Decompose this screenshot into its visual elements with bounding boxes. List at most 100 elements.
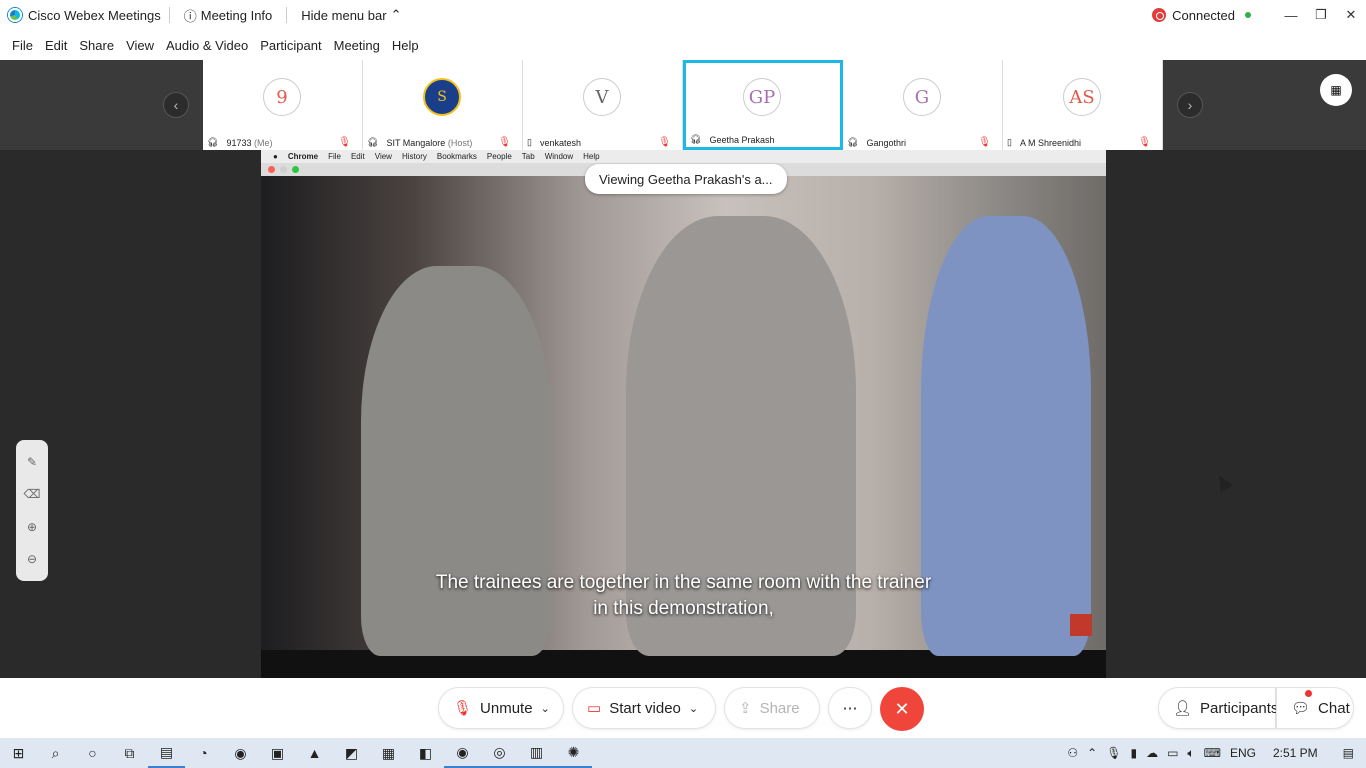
participant-thumb-active[interactable]: GP 🎧︎ Geetha Prakash — [683, 60, 843, 150]
leave-meeting-button[interactable]: ✕ — [880, 687, 924, 731]
share-button[interactable]: ⇪ Share — [724, 687, 820, 729]
muted-mic-icon: 🎙︎ — [658, 137, 671, 148]
chat-bubble-icon: 💬︎ — [1291, 700, 1311, 717]
app-title: Cisco Webex Meetings — [0, 8, 161, 23]
meeting-controls: 🎙︎ Unmute ⌄ ▭ Start video ⌄ ⇪ Share ⋯ ✕ … — [0, 678, 1366, 738]
chevron-down-icon[interactable]: ⌄ — [541, 702, 550, 715]
app-name: Cisco Webex Meetings — [28, 7, 161, 23]
status-text: Connected — [1172, 7, 1235, 23]
participant-thumb[interactable]: 9 🎧︎ 91733 (Me) 🎙︎ — [203, 60, 363, 150]
eraser-icon[interactable]: ⌫ — [24, 487, 41, 501]
app-icon[interactable]: ▦ — [370, 738, 407, 768]
app-icon[interactable]: ◔ — [185, 738, 222, 768]
next-arrow-icon[interactable]: › — [1177, 92, 1203, 118]
network-icon[interactable]: ▭ — [1167, 746, 1178, 760]
chevron-down-icon[interactable]: ⌄ — [689, 702, 698, 715]
close-icon[interactable]: ✕ — [1336, 0, 1366, 30]
caption-line: in this demonstration, — [593, 598, 774, 619]
avatar: AS — [1063, 78, 1101, 116]
pen-icon[interactable]: ✎ — [27, 455, 37, 469]
menu-view[interactable]: View — [120, 38, 160, 53]
participant-thumb[interactable]: G 🎧︎ Gangothri 🎙︎ — [843, 60, 1003, 150]
task-view-icon[interactable]: ⧉ — [111, 738, 148, 768]
annotation-toolbar: ✎ ⌫ ⊕ ⊖ — [16, 440, 48, 581]
language-indicator[interactable]: ENG — [1230, 746, 1256, 760]
meeting-info-label: Meeting Info — [200, 7, 273, 23]
shared-video-frame: The trainees are together in the same ro… — [261, 176, 1106, 656]
share-label: Share — [759, 699, 800, 717]
battery-icon[interactable]: ▮ — [1130, 746, 1137, 760]
headset-icon: 🎧︎ — [847, 137, 859, 147]
app-icon[interactable]: ◩ — [333, 738, 370, 768]
layout-calendar-icon[interactable]: ▦ — [1320, 74, 1352, 106]
menu-participant[interactable]: Participant — [254, 38, 327, 53]
chat-label: Chat — [1318, 699, 1350, 717]
chevron-up-icon: ⌃ — [390, 7, 402, 22]
more-options-button[interactable]: ⋯ — [828, 687, 872, 729]
participant-thumb[interactable]: AS ▯ A M Shreenidhi 🎙︎ — [1003, 60, 1163, 150]
zoom-in-icon[interactable]: ⊕ — [27, 520, 37, 534]
app-icon[interactable]: ▥ — [518, 738, 555, 768]
mac-menu-item: Chrome — [287, 152, 319, 161]
webex-icon[interactable]: ◎ — [481, 738, 518, 768]
menu-meeting[interactable]: Meeting — [328, 38, 386, 53]
menu-audio-video[interactable]: Audio & Video — [160, 38, 254, 53]
headset-icon: 🎧︎ — [367, 137, 379, 147]
webex-logo-icon — [8, 8, 22, 22]
chrome-icon[interactable]: ◉ — [444, 738, 481, 768]
hide-menu-bar-button[interactable]: Hide menu bar ⌃ — [295, 7, 407, 23]
windows-taskbar: ⊞ ⌕ ○ ⧉ ▤ ◔ ◉ ▣ ▲ ◩ ▦ ◧ ◉ ◎ ▥ ✺ ⚇ ⌃ 🎙︎ ▮… — [0, 738, 1366, 768]
muted-mic-icon: 🎙︎ — [338, 137, 351, 148]
connected-dot-icon — [1245, 12, 1251, 18]
menu-edit[interactable]: Edit — [39, 38, 73, 53]
mac-menu-item: View — [374, 152, 392, 161]
minimize-icon[interactable]: — — [1276, 0, 1306, 30]
phone-icon: ▯ — [1007, 137, 1012, 147]
vlc-icon[interactable]: ▲ — [296, 738, 333, 768]
prev-arrow-icon[interactable]: ‹ — [163, 92, 189, 118]
restore-icon[interactable]: ❐ — [1306, 0, 1336, 30]
notifications-icon[interactable]: ▤ — [1343, 746, 1354, 760]
start-video-button[interactable]: ▭ Start video ⌄ — [572, 687, 716, 729]
video-caption: The trainees are together in the same ro… — [261, 570, 1106, 622]
participant-thumb[interactable]: S 🎧︎ SIT Mangalore (Host) 🎙︎ — [363, 60, 523, 150]
participant-thumb[interactable]: V ▯ venkatesh 🎙︎ — [523, 60, 683, 150]
onedrive-icon[interactable]: ☁︎ — [1146, 746, 1158, 760]
unmute-button[interactable]: 🎙︎ Unmute ⌄ — [438, 687, 564, 729]
mac-menu-bar: ● Chrome File Edit View History Bookmark… — [261, 150, 1106, 163]
mac-minimize-icon — [280, 166, 287, 173]
chevron-up-icon[interactable]: ⌃ — [1087, 746, 1097, 760]
microphone-icon[interactable]: 🎙︎ — [1106, 746, 1121, 760]
app-icon[interactable]: ✺ — [555, 738, 592, 768]
app-icon[interactable]: ◧ — [407, 738, 444, 768]
meeting-stage: ‹ 9 🎧︎ 91733 (Me) 🎙︎ S 🎧︎ SIT Mangalore … — [0, 60, 1366, 678]
menu-file[interactable]: File — [6, 38, 39, 53]
mac-menu-item: People — [486, 152, 512, 161]
host-logo-avatar: S — [423, 78, 461, 116]
chrome-icon[interactable]: ◉ — [222, 738, 259, 768]
connection-status[interactable]: Connected — [1152, 0, 1251, 30]
file-explorer-icon[interactable]: ▤ — [148, 738, 185, 768]
participants-label: Participants — [1200, 699, 1279, 717]
recording-icon — [1152, 8, 1167, 22]
chat-button[interactable]: 💬︎ Chat — [1276, 687, 1354, 729]
participant-strip: ‹ 9 🎧︎ 91733 (Me) 🎙︎ S 🎧︎ SIT Mangalore … — [0, 60, 1366, 150]
search-icon[interactable]: ⌕ — [37, 738, 74, 768]
mac-menu-item: File — [328, 152, 341, 161]
cortana-icon[interactable]: ○ — [74, 738, 111, 768]
menu-share[interactable]: Share — [73, 38, 120, 53]
clock[interactable]: 2:51 PM — [1273, 746, 1318, 760]
zoom-out-icon[interactable]: ⊖ — [27, 552, 37, 566]
mac-menu-item: Window — [544, 152, 574, 161]
menu-help[interactable]: Help — [386, 38, 425, 53]
keyboard-icon[interactable]: ⌨ — [1204, 746, 1221, 760]
people-icon[interactable]: ⚇ — [1067, 746, 1078, 760]
volume-icon[interactable]: 🔈︎ — [1187, 746, 1194, 761]
shared-screen: ● Chrome File Edit View History Bookmark… — [261, 150, 1106, 678]
meeting-info-button[interactable]: ⓘ Meeting Info — [178, 6, 279, 25]
participants-button[interactable]: 👤︎ Participants — [1158, 687, 1279, 729]
start-icon[interactable]: ⊞ — [0, 738, 37, 768]
divider — [168, 7, 170, 23]
person-icon: 👤︎ — [1173, 700, 1193, 717]
app-icon[interactable]: ▣ — [259, 738, 296, 768]
